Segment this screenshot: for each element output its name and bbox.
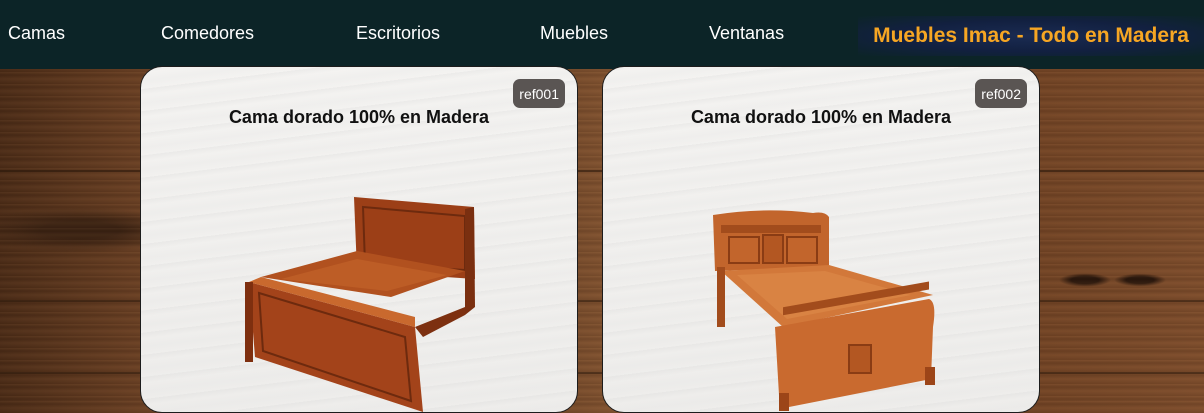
- nav-link-muebles[interactable]: Muebles: [540, 23, 608, 44]
- wooden-bed-image[interactable]: [141, 167, 577, 412]
- ref-badge: ref002: [975, 79, 1027, 108]
- product-title: Cama dorado 100% en Madera: [690, 107, 952, 127]
- nav-link-comedores[interactable]: Comedores: [161, 23, 254, 44]
- brand-title[interactable]: Muebles Imac - Todo en Madera: [858, 16, 1204, 56]
- ref-badge: ref001: [513, 79, 565, 108]
- product-card[interactable]: ref002 Cama dorado 100% en Madera: [602, 66, 1040, 413]
- top-navbar: Camas Comedores Escritorios Muebles Vent…: [0, 0, 1204, 69]
- nav-link-escritorios[interactable]: Escritorios: [356, 23, 440, 44]
- nav-link-ventanas[interactable]: Ventanas: [709, 23, 784, 44]
- wooden-bed-image[interactable]: [603, 167, 1039, 412]
- product-title: Cama dorado 100% en Madera: [228, 107, 490, 127]
- product-card[interactable]: ref001 Cama dorado 100% en Madera: [140, 66, 578, 413]
- nav-link-camas[interactable]: Camas: [8, 23, 65, 44]
